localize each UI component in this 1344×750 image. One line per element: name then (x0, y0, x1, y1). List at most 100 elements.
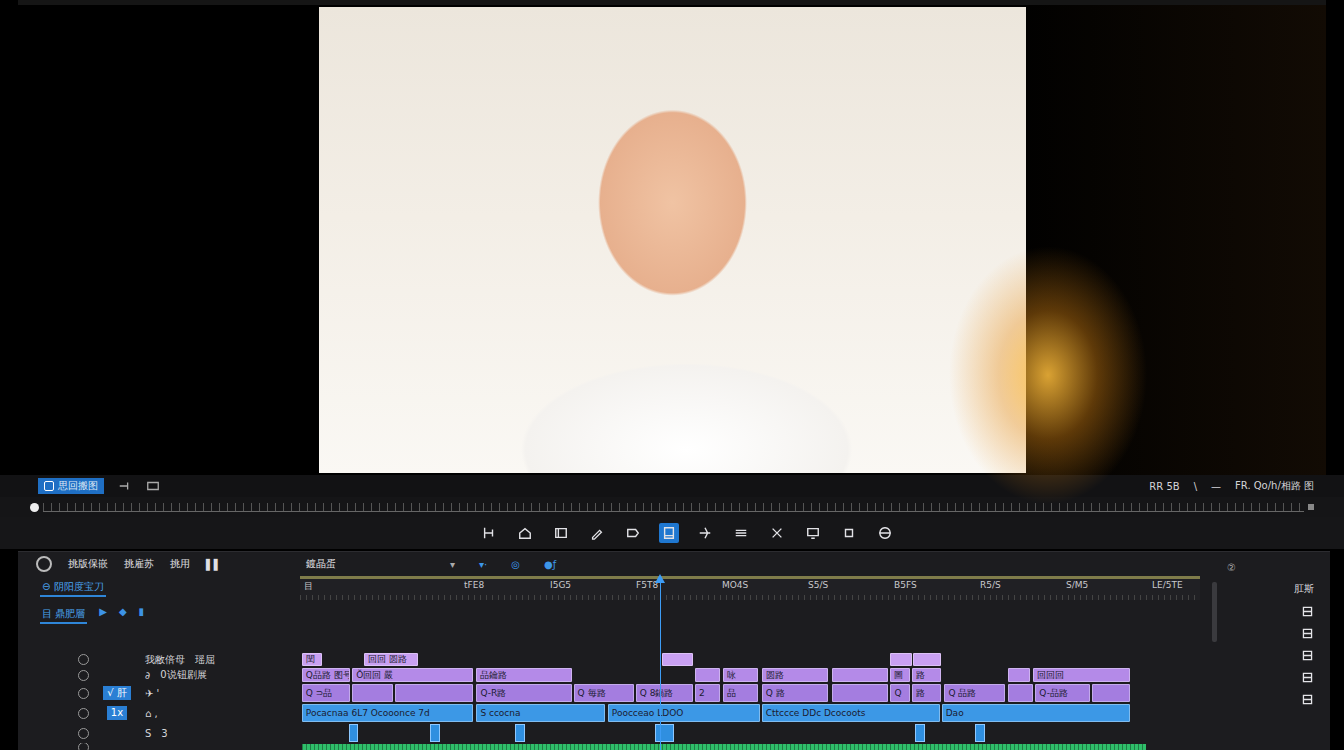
track-toggle-icon[interactable] (78, 670, 89, 681)
clip[interactable] (975, 724, 985, 742)
panel-tab[interactable]: 挑雇苏 (124, 557, 154, 571)
track-toggle-icon[interactable] (78, 688, 89, 699)
track-tag[interactable] (99, 723, 135, 743)
clip[interactable] (1008, 668, 1030, 682)
bin-row[interactable]: 目 鼎肥層▶◆▮ (18, 600, 300, 652)
clip[interactable] (915, 724, 925, 742)
track-toggle-icon[interactable] (78, 743, 89, 750)
scrub-knob[interactable] (30, 503, 39, 512)
clip[interactable]: Q 品路 (944, 684, 1004, 702)
sequence-caret[interactable]: ▾ (450, 559, 455, 570)
clip[interactable] (1092, 684, 1130, 702)
tool-button[interactable] (731, 523, 751, 543)
clip[interactable]: Q 8鍋路 (636, 684, 694, 702)
tool-button[interactable] (659, 523, 679, 543)
timeline-control[interactable]: ◎ (511, 559, 520, 570)
bin-mark[interactable]: ▶ (99, 606, 107, 617)
clip[interactable]: Q 路 (762, 684, 829, 702)
clip[interactable] (832, 668, 888, 682)
clip[interactable] (349, 724, 358, 742)
clip[interactable]: 閏 (302, 653, 322, 666)
time-ruler[interactable]: 目tFE8I5G5F5T8MO4SS5/SB5FSR5/SS/M5LE/5TE (300, 576, 1200, 600)
playhead[interactable] (660, 576, 661, 750)
bin-mark[interactable]: ▮ (139, 606, 145, 617)
track-toggle-icon[interactable] (78, 654, 89, 665)
clip[interactable] (515, 724, 525, 742)
clip[interactable]: Q (890, 684, 910, 702)
clip[interactable] (352, 684, 393, 702)
tool-button[interactable] (479, 523, 499, 543)
clip[interactable] (1008, 684, 1032, 702)
clip[interactable]: Q 毎路 (574, 684, 634, 702)
clip[interactable]: Q-R路 (476, 684, 571, 702)
save-icon[interactable] (1301, 693, 1314, 706)
panel-tab[interactable]: ▌▌ (206, 559, 221, 570)
clip[interactable]: 圆路 (762, 668, 829, 682)
clip[interactable] (832, 684, 888, 702)
scrollbar[interactable] (1212, 582, 1217, 642)
clip[interactable]: Dao (942, 704, 1130, 722)
clip[interactable]: Q-品路 (1035, 684, 1090, 702)
film-icon[interactable] (146, 479, 160, 493)
clip[interactable] (430, 724, 441, 742)
track-tag[interactable] (99, 652, 135, 667)
timeline-control[interactable]: ●ƒ (544, 559, 556, 570)
tool-button[interactable] (551, 523, 571, 543)
clip[interactable] (655, 724, 675, 742)
export-icon[interactable] (1301, 605, 1314, 618)
tool-button[interactable] (767, 523, 787, 543)
clip[interactable]: 路 (912, 684, 941, 702)
shield-icon[interactable] (1301, 649, 1314, 662)
tool-button[interactable] (623, 523, 643, 543)
clip[interactable] (302, 744, 1146, 750)
tool-button[interactable] (803, 523, 823, 543)
track-tag[interactable] (99, 667, 135, 683)
track-tag[interactable] (99, 743, 135, 750)
bin-row[interactable]: ⊖ 阴阳度宝刀 (18, 576, 300, 600)
track-header[interactable] (18, 743, 300, 750)
track-tag[interactable]: 1x (99, 703, 135, 723)
clip[interactable]: S ccocna (476, 704, 605, 722)
clip[interactable]: 回回回 (1033, 668, 1130, 682)
clip[interactable] (890, 653, 912, 666)
monitor-tab[interactable]: 思回搬图 (38, 478, 104, 494)
tool-button[interactable] (695, 523, 715, 543)
track-header[interactable]: 我敝倍母瑶屈 (18, 652, 300, 667)
clip[interactable] (695, 668, 720, 682)
track-toggle-icon[interactable] (78, 728, 89, 739)
clip[interactable] (662, 653, 694, 666)
scrub-track[interactable] (43, 503, 1304, 512)
clip[interactable]: 品鑰路 (476, 668, 571, 682)
clip[interactable]: 圖 (890, 668, 910, 682)
track-header[interactable]: 1x⌂ , (18, 703, 300, 723)
panel-tab[interactable]: 挑版保嵌 (68, 557, 108, 571)
clip[interactable]: Q ⊃品 (302, 684, 351, 702)
clip[interactable] (913, 653, 941, 666)
fx-icon[interactable] (1301, 671, 1314, 684)
clip[interactable]: Poocceao LDOO (608, 704, 760, 722)
tool-button[interactable] (875, 523, 895, 543)
track-header[interactable]: √ 肝✈ ' (18, 683, 300, 703)
tool-button[interactable] (515, 523, 535, 543)
panel-tab[interactable]: 挑用 (170, 557, 190, 571)
media-icon[interactable] (1301, 627, 1314, 640)
clip[interactable]: 路 (912, 668, 941, 682)
clip[interactable]: 回回 圆路 (364, 653, 418, 666)
tool-button[interactable] (839, 523, 859, 543)
trim-icon[interactable] (118, 479, 132, 493)
clip[interactable]: Pocacnaa 6L7 Ocooonce 7d (302, 704, 473, 722)
clip[interactable]: 2 (695, 684, 720, 702)
clip[interactable]: Q品路 图号 (302, 668, 351, 682)
clip[interactable]: Ŏ回回 嚴 (352, 668, 473, 682)
clip[interactable]: 品 (723, 684, 758, 702)
clip[interactable] (395, 684, 472, 702)
track-header[interactable]: S3 (18, 723, 300, 743)
timeline-control[interactable]: ▾· (479, 559, 487, 570)
scrub-bar[interactable] (0, 497, 1344, 517)
clip[interactable]: Cttccce DDc Dcocoots (762, 704, 940, 722)
sequence-name[interactable]: 鍍晶蛋 (306, 557, 336, 571)
tool-button[interactable] (587, 523, 607, 543)
playhead-handle[interactable] (655, 574, 665, 583)
track-header[interactable]: ∂0说钮剧展 (18, 667, 300, 683)
scrub-end[interactable] (1308, 504, 1314, 510)
